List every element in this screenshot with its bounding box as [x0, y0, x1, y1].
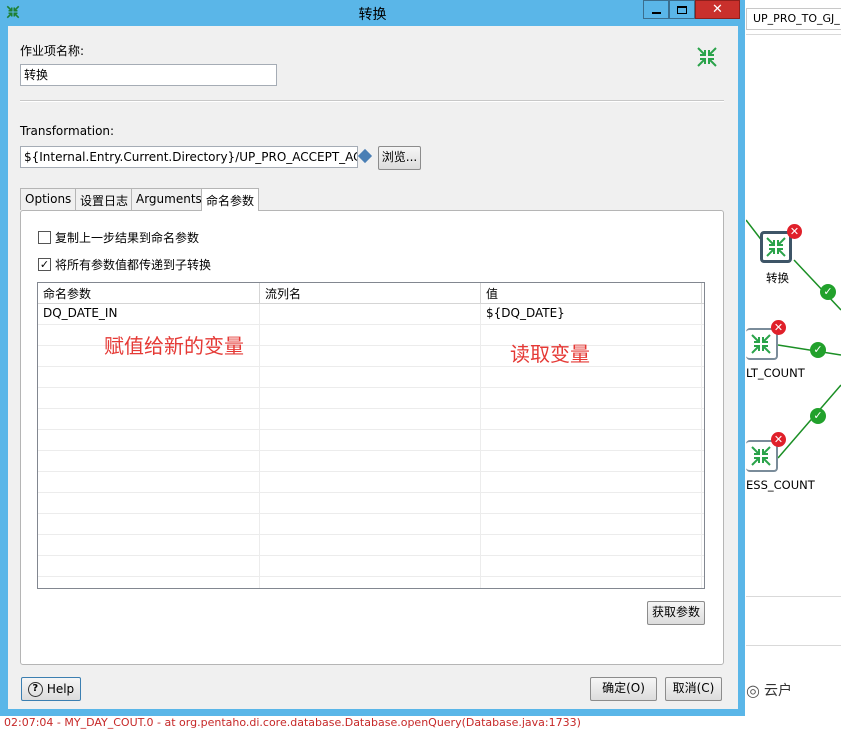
pass-all-params-label: 将所有参数值都传递到子转换	[55, 258, 212, 272]
table-cell[interactable]	[260, 304, 481, 324]
transform-icon	[696, 46, 718, 71]
table-row[interactable]	[38, 472, 704, 493]
column-header[interactable]: 值	[481, 283, 702, 303]
tab-options[interactable]: Options	[20, 188, 77, 210]
wechat-icon: ◎	[746, 680, 760, 700]
get-parameters-button[interactable]: 获取参数	[647, 601, 705, 625]
table-cell[interactable]: ${DQ_DATE}	[481, 304, 702, 324]
canvas-divider	[746, 596, 841, 597]
browse-button[interactable]: 浏览...	[378, 146, 421, 170]
error-badge-icon: ✕	[787, 224, 802, 239]
divider	[20, 100, 724, 102]
ok-hop-icon: ✓	[820, 284, 836, 300]
job-entry-name-field[interactable]: 转换	[20, 64, 277, 86]
copy-results-label: 复制上一步结果到命名参数	[55, 231, 200, 245]
canvas-divider	[746, 645, 841, 646]
transform-icon	[751, 334, 771, 354]
table-row[interactable]	[38, 556, 704, 577]
table-cell[interactable]: DQ_DATE_IN	[38, 304, 260, 324]
table-row[interactable]	[38, 451, 704, 472]
transformation-label: Transformation:	[20, 124, 115, 138]
checkbox-box[interactable]	[38, 231, 51, 244]
title-bar[interactable]: 转换 ✕	[0, 0, 745, 26]
table-row[interactable]	[38, 388, 704, 409]
dialog-body: 作业项名称: 转换 Transformation: ${Internal.Ent…	[8, 26, 738, 709]
minimize-icon	[651, 11, 661, 14]
canvas-tab[interactable]: UP_PRO_TO_GJ_	[746, 8, 841, 30]
node-label: LT_COUNT	[746, 366, 805, 380]
watermark: ◎ 云户	[746, 680, 792, 700]
table-row[interactable]	[38, 535, 704, 556]
table-row[interactable]	[38, 367, 704, 388]
transform-icon	[766, 237, 786, 257]
help-icon: ?	[27, 681, 43, 697]
minimize-button[interactable]	[643, 0, 669, 19]
transformation-dialog: 转换 ✕ 作业项名称: 转换 Transformation: ${Interna…	[0, 0, 745, 716]
table-row[interactable]	[38, 493, 704, 514]
tab-named-parameters[interactable]: 命名参数	[201, 188, 260, 211]
error-badge-icon: ✕	[771, 320, 786, 335]
pass-all-params-checkbox[interactable]: ✓ 将所有参数值都传递到子转换	[38, 256, 211, 273]
close-icon: ✕	[712, 2, 723, 17]
transformation-node[interactable]	[760, 231, 792, 263]
table-row[interactable]	[38, 514, 704, 535]
cancel-button[interactable]: 取消(C)	[665, 677, 722, 701]
table-header: 命名参数 流列名 值	[38, 283, 704, 304]
table-row[interactable]	[38, 577, 704, 588]
table-row[interactable]: DQ_DATE_IN ${DQ_DATE}	[38, 304, 704, 325]
ok-hop-icon: ✓	[810, 408, 826, 424]
ok-hop-icon: ✓	[810, 342, 826, 358]
annotation-right: 读取变量	[510, 342, 590, 366]
annotation-left: 赋值给新的变量	[104, 334, 244, 358]
tab-logging[interactable]: 设置日志	[75, 188, 134, 210]
ok-button[interactable]: 确定(O)	[590, 677, 657, 701]
transform-icon	[751, 446, 771, 466]
maximize-icon	[677, 5, 687, 14]
table-row[interactable]	[38, 409, 704, 430]
log-line: 02:07:04 - MY_DAY_COUT.0 - at org.pentah…	[4, 716, 581, 729]
parameters-table[interactable]: 命名参数 流列名 值 DQ_DATE_IN ${DQ_DATE}	[37, 282, 705, 589]
help-button[interactable]: ? Help	[21, 677, 81, 701]
node-label: ESS_COUNT	[746, 478, 815, 492]
node-label: 转换	[766, 271, 789, 285]
transformation-path-field[interactable]: ${Internal.Entry.Current.Directory}/UP_P…	[20, 146, 358, 168]
column-header[interactable]: 流列名	[260, 283, 481, 303]
variable-icon	[357, 148, 373, 164]
maximize-button[interactable]	[669, 0, 695, 19]
table-row[interactable]	[38, 430, 704, 451]
tab-arguments[interactable]: Arguments	[131, 188, 207, 210]
column-header[interactable]: 命名参数	[38, 283, 260, 303]
error-badge-icon: ✕	[771, 432, 786, 447]
window-title: 转换	[358, 7, 387, 23]
job-entry-name-label: 作业项名称:	[20, 44, 85, 58]
checkbox-box[interactable]: ✓	[38, 258, 51, 271]
close-button[interactable]: ✕	[695, 0, 740, 19]
canvas-divider	[746, 34, 841, 35]
copy-results-checkbox[interactable]: 复制上一步结果到命名参数	[38, 229, 199, 246]
